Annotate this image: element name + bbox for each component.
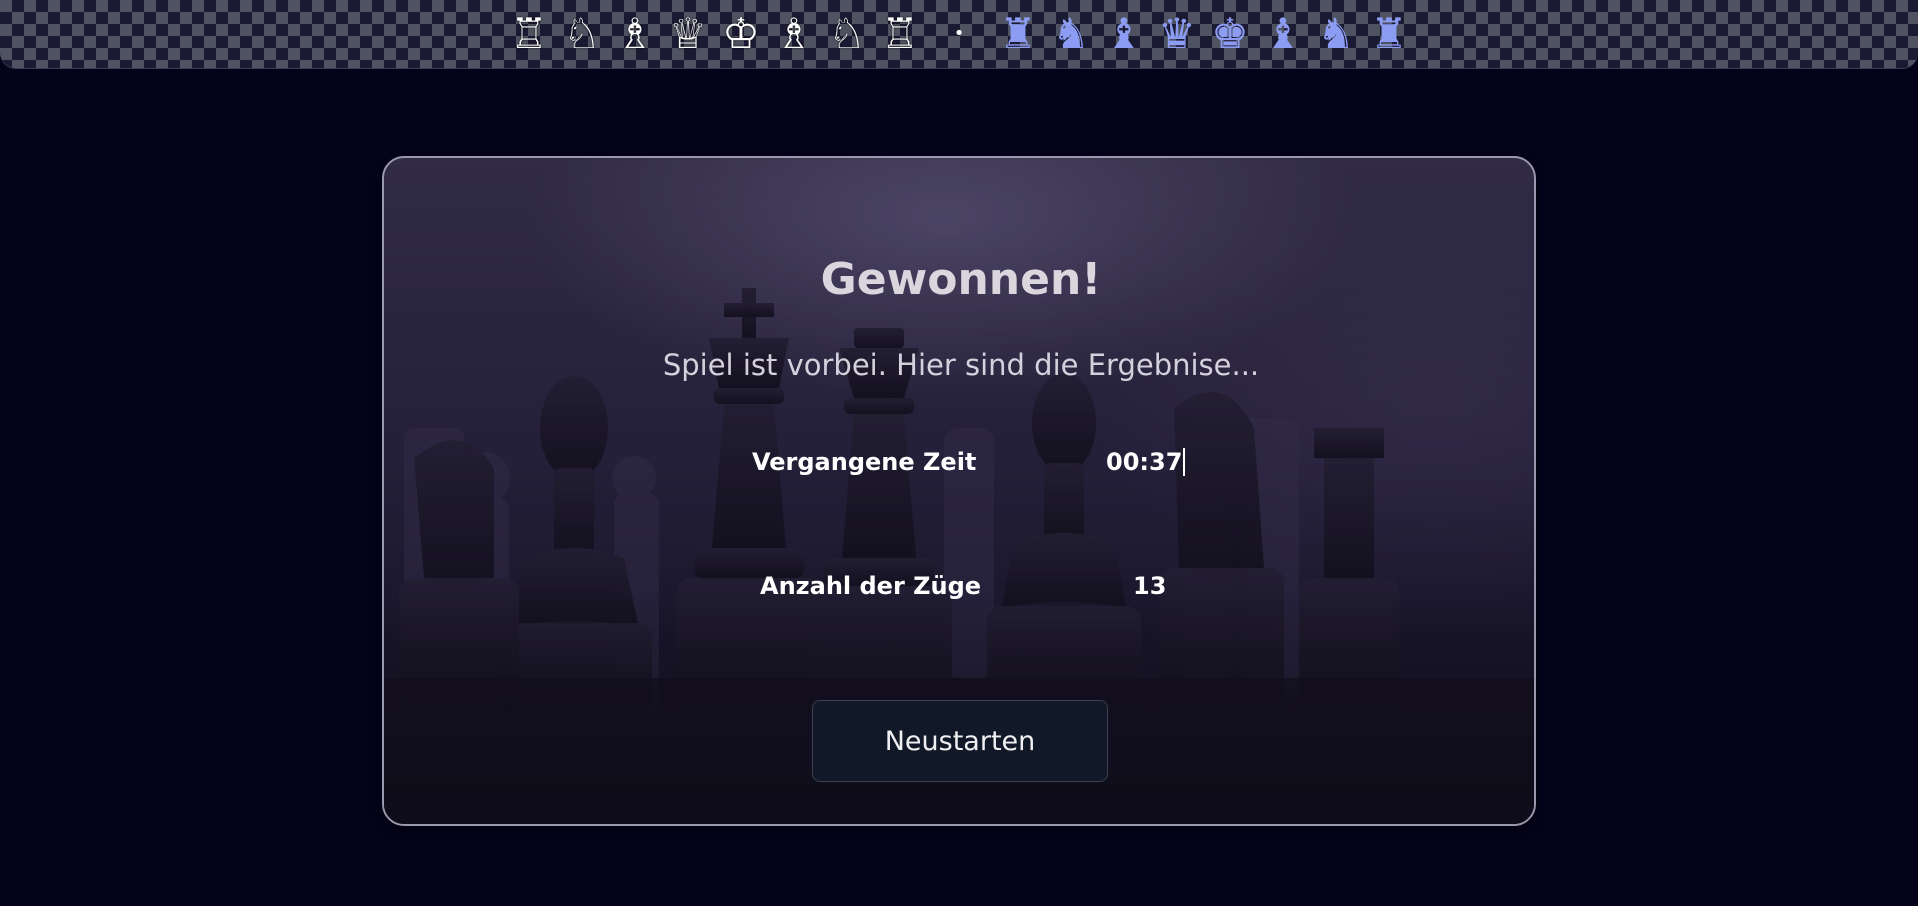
checkered-header-bar: ♖ ♘ ♗ ♕ ♔ ♗ ♘ ♖ • ♜ ♞ ♝ ♛ ♚ ♝ ♞ ♜ <box>0 0 1918 68</box>
move-count-label: Anzahl der Züge <box>760 572 982 600</box>
white-bishop-icon: ♗ <box>775 9 813 58</box>
blue-bishop-icon: ♝ <box>1105 9 1143 58</box>
move-count-value: 13 <box>1133 572 1167 600</box>
restart-button[interactable]: Neustarten <box>812 700 1108 782</box>
blue-knight-icon: ♞ <box>1317 9 1355 58</box>
blue-rook-icon: ♜ <box>999 9 1037 58</box>
white-knight-icon: ♘ <box>828 9 866 58</box>
result-content: Gewonnen! Spiel ist vorbei. Hier sind di… <box>384 158 1534 824</box>
white-bishop-icon: ♗ <box>616 9 654 58</box>
white-knight-icon: ♘ <box>563 9 601 58</box>
white-rook-icon: ♖ <box>510 9 548 58</box>
blue-bishop-icon: ♝ <box>1264 9 1302 58</box>
elapsed-time-value: 00:37 <box>1106 448 1186 476</box>
blue-king-icon: ♚ <box>1211 9 1249 58</box>
white-king-icon: ♔ <box>722 9 760 58</box>
elapsed-time-label: Vergangene Zeit <box>752 448 977 476</box>
result-subtitle: Spiel ist vorbei. Hier sind die Ergebnis… <box>662 348 1260 382</box>
white-queen-icon: ♕ <box>669 9 707 58</box>
captured-pieces-row: ♖ ♘ ♗ ♕ ♔ ♗ ♘ ♖ • ♜ ♞ ♝ ♛ ♚ ♝ ♞ ♜ <box>0 0 1918 68</box>
blue-queen-icon: ♛ <box>1158 9 1196 58</box>
blue-rook-icon: ♜ <box>1370 9 1408 58</box>
result-title: Gewonnen! <box>820 254 1102 305</box>
separator-dot: • <box>953 23 965 44</box>
game-over-card: Gewonnen! Spiel ist vorbei. Hier sind di… <box>382 156 1536 826</box>
blue-knight-icon: ♞ <box>1052 9 1090 58</box>
white-rook-icon: ♖ <box>881 9 919 58</box>
